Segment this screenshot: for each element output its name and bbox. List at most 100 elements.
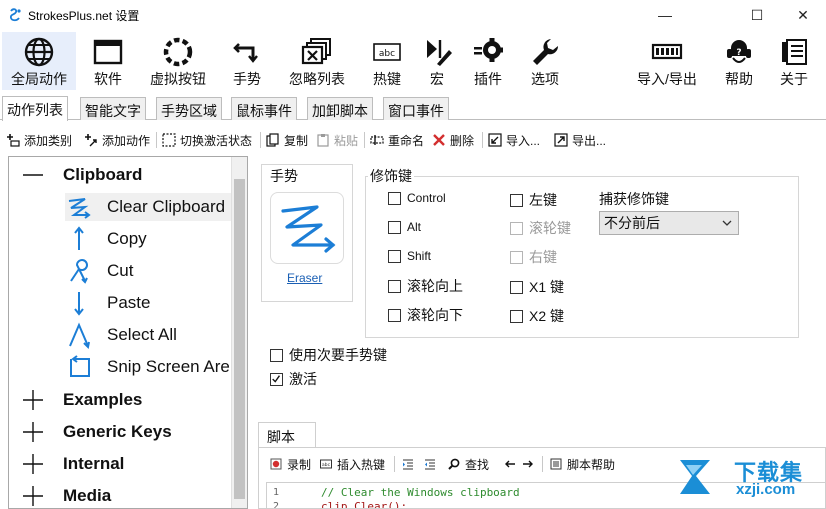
scrollbar-thumb[interactable] <box>234 179 245 499</box>
checkbox-right-button[interactable]: 右键 <box>510 247 557 267</box>
checkbox-wheel-down[interactable]: 滚轮向下 <box>388 305 463 325</box>
toolbar-virtual-buttons[interactable]: 虚拟按钮 <box>142 32 214 90</box>
checkbox-shift[interactable]: Shift <box>388 249 431 263</box>
tab-gesture-zones[interactable]: 手势区域 <box>156 97 222 120</box>
tree-group-clipboard[interactable]: Clipboard <box>23 163 142 187</box>
checkbox-wheel-up[interactable]: 滚轮向上 <box>388 276 463 296</box>
script-help-icon <box>550 458 562 470</box>
toolbar-apps[interactable]: 软件 <box>86 32 130 90</box>
checkbox-control[interactable]: Control <box>388 191 446 205</box>
copy-button[interactable]: 复制 <box>266 131 308 149</box>
checkbox-alt[interactable]: Alt <box>388 220 421 234</box>
checkbox-label: Alt <box>407 220 422 234</box>
capture-modifiers-select[interactable]: 不分前后 <box>599 211 739 235</box>
checkbox-box[interactable] <box>388 191 401 205</box>
gesture-name-link[interactable]: Eraser <box>287 271 322 285</box>
navigate-forward-button[interactable] <box>522 456 539 472</box>
checkbox-box[interactable] <box>510 221 523 235</box>
checkbox-activate[interactable]: 激活 <box>270 369 317 389</box>
tree-scrollbar[interactable] <box>231 157 247 508</box>
export-button[interactable]: 导出... <box>554 131 606 149</box>
checkbox-box[interactable] <box>388 279 401 293</box>
gesture-preview[interactable] <box>270 192 344 264</box>
tab-load-unload-scripts[interactable]: 加卸脚本 <box>307 97 373 120</box>
tree-item-label: Cut <box>107 261 134 280</box>
tree-group-generic-keys[interactable]: Generic Keys <box>23 420 172 444</box>
tree-group-examples[interactable]: Examples <box>23 388 142 412</box>
search-icon <box>448 458 460 470</box>
maximize-button[interactable]: ☐ <box>734 0 780 30</box>
checkbox-box[interactable] <box>388 220 401 234</box>
action-tree[interactable]: Clipboard Clear Clipboard Copy Cut Paste… <box>8 156 248 509</box>
rename-button[interactable]: 重命名 <box>370 131 424 149</box>
checkbox-box[interactable] <box>510 309 523 323</box>
toolbar-macros[interactable]: 宏 <box>420 32 454 90</box>
tree-item-select-all[interactable]: Select All <box>65 321 177 349</box>
import-label: 导入... <box>506 133 541 148</box>
gesture-group-title: 手势 <box>270 168 298 184</box>
indent-icon <box>403 459 413 470</box>
tab-script[interactable]: 脚本 <box>258 422 316 448</box>
toolbar-separator <box>482 132 483 148</box>
tab-label: 智能文字 <box>85 103 141 119</box>
checkbox-box[interactable] <box>270 348 283 362</box>
tree-item-cut[interactable]: Cut <box>65 257 133 285</box>
toolbar-about[interactable]: 关于 <box>774 32 814 90</box>
tree-item-paste[interactable]: Paste <box>65 289 150 317</box>
toolbar-label: 关于 <box>780 71 808 87</box>
checkbox-x2-button[interactable]: X2 键 <box>510 306 564 326</box>
checkbox-left-button[interactable]: 左键 <box>510 190 557 210</box>
toggle-activation-button[interactable]: 切换激活状态 <box>162 131 252 149</box>
window-title: StrokesPlus.net 设置 <box>28 8 140 23</box>
checkbox-x1-button[interactable]: X1 键 <box>510 277 564 297</box>
checkbox-wheel-button[interactable]: 滚轮键 <box>510 218 571 238</box>
code-line: clip.Clear(); <box>321 500 408 509</box>
checkbox-box[interactable] <box>388 249 401 263</box>
tab-mouse-events[interactable]: 鼠标事件 <box>231 97 297 120</box>
record-button[interactable]: 录制 <box>270 456 311 472</box>
toolbar-global-actions[interactable]: 全局动作 <box>2 32 76 90</box>
dashed-circle-icon <box>163 37 193 67</box>
record-label: 录制 <box>287 457 312 472</box>
add-category-button[interactable]: 添加类别 <box>6 131 72 149</box>
toolbar-help[interactable]: ? 帮助 <box>718 32 760 90</box>
checkbox-box[interactable] <box>510 250 523 264</box>
main-toolbar: 全局动作 软件 虚拟按钮 手势 忽略列表 abc 热键 宏 插件 选项 导入/导… <box>0 32 826 92</box>
tree-item-copy[interactable]: Copy <box>65 225 147 253</box>
tree-group-media[interactable]: Media <box>23 484 111 508</box>
toolbar-plugins[interactable]: 插件 <box>468 32 508 90</box>
tab-action-list[interactable]: 动作列表 <box>2 96 68 121</box>
toolbar-options[interactable]: 选项 <box>524 32 566 90</box>
script-help-button[interactable]: 脚本帮助 <box>550 456 615 472</box>
tree-group-label: Generic Keys <box>63 422 172 441</box>
close-button[interactable]: ✕ <box>780 0 826 30</box>
minimize-button[interactable]: — <box>642 0 688 30</box>
tree-item-clear-clipboard[interactable]: Clear Clipboard <box>65 193 239 221</box>
tab-label: 手势区域 <box>161 103 217 119</box>
tree-group-internal[interactable]: Internal <box>23 452 124 476</box>
delete-button[interactable]: 删除 <box>432 131 474 149</box>
add-action-button[interactable]: 添加动作 <box>84 131 150 149</box>
outdent-button[interactable] <box>424 456 441 472</box>
checkbox-use-secondary-key[interactable]: 使用次要手势键 <box>270 345 387 365</box>
checkbox-box[interactable] <box>388 308 401 322</box>
tab-window-events[interactable]: 窗口事件 <box>383 97 449 120</box>
checkbox-box[interactable] <box>510 193 523 207</box>
arrow-right-icon <box>523 460 533 468</box>
checkbox-box[interactable] <box>270 372 283 386</box>
navigate-back-button[interactable] <box>504 456 521 472</box>
toolbar-gestures[interactable]: 手势 <box>226 32 268 90</box>
insert-hotkey-button[interactable]: abc 插入热键 <box>320 456 385 472</box>
add-category-label: 添加类别 <box>24 133 73 148</box>
paste-button[interactable]: 粘贴 <box>316 131 358 149</box>
import-button[interactable]: 导入... <box>488 131 540 149</box>
toolbar-hotkeys[interactable]: abc 热键 <box>366 32 408 90</box>
find-button[interactable]: 查找 <box>448 456 489 472</box>
indent-button[interactable] <box>402 456 419 472</box>
toolbar-ignore-list[interactable]: 忽略列表 <box>282 32 352 90</box>
tree-item-snip-screen-area[interactable]: Snip Screen Are <box>65 353 230 381</box>
tab-smart-text[interactable]: 智能文字 <box>80 97 146 120</box>
checkbox-box[interactable] <box>510 280 523 294</box>
tree-group-label: Examples <box>63 390 143 409</box>
toolbar-import-export[interactable]: 导入/导出 <box>630 32 704 90</box>
